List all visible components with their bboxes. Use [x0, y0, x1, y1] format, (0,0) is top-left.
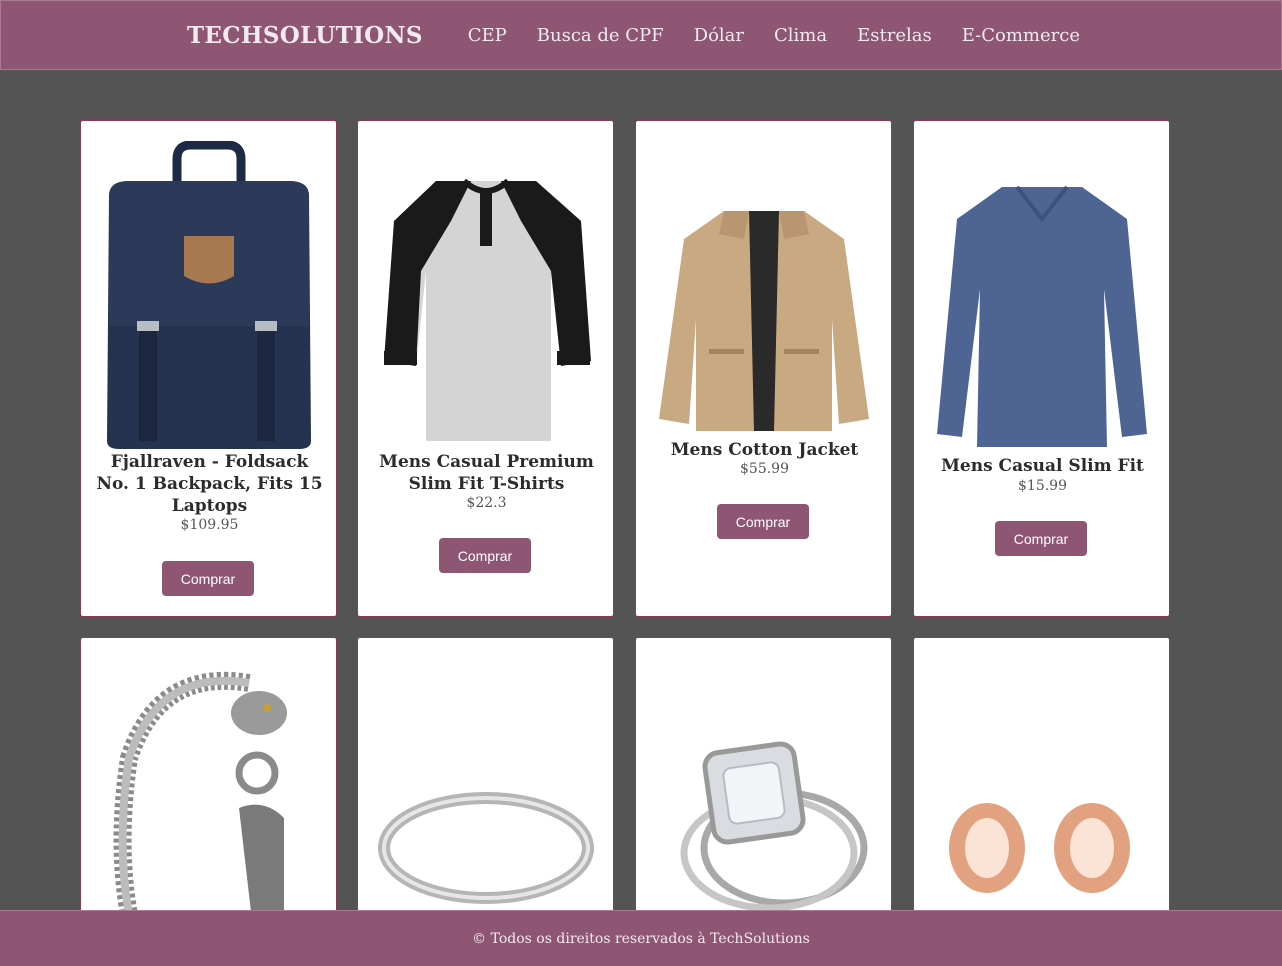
cotton-jacket-image: [659, 211, 869, 431]
product-price: $15.99: [1018, 478, 1067, 494]
backpack-image: [107, 141, 311, 449]
nav-link-cep[interactable]: CEP: [468, 25, 507, 46]
product-card: [913, 637, 1170, 910]
dragon-bracelet-image: [113, 671, 287, 910]
product-title: Fjallraven - Foldsack No. 1 Backpack, Fi…: [96, 452, 323, 516]
buy-button[interactable]: Comprar: [995, 521, 1087, 556]
buy-button[interactable]: Comprar: [439, 538, 531, 573]
product-price: $55.99: [740, 461, 789, 477]
buy-button[interactable]: Comprar: [717, 504, 809, 539]
brand-logo[interactable]: TECHSOLUTIONS: [187, 22, 423, 49]
footer-copyright: © Todos os direitos reservados à TechSol…: [472, 930, 810, 947]
nav-link-busca-cpf[interactable]: Busca de CPF: [537, 25, 664, 46]
nav-link-dolar[interactable]: Dólar: [694, 25, 744, 46]
raglan-shirt-image: [384, 178, 591, 441]
product-card: Fjallraven - Foldsack No. 1 Backpack, Fi…: [80, 120, 337, 617]
product-card: [635, 637, 892, 910]
rose-gold-plugs-image: [949, 803, 1130, 893]
silver-ring-image: [378, 792, 594, 904]
product-title: Mens Cotton Jacket: [670, 440, 859, 460]
product-card: Mens Cotton Jacket $55.99 Comprar: [635, 120, 892, 617]
nav-link-estrelas[interactable]: Estrelas: [857, 25, 932, 46]
product-price: $109.95: [180, 517, 239, 533]
product-grid: Fjallraven - Foldsack No. 1 Backpack, Fi…: [80, 120, 1172, 910]
product-price: $22.3: [466, 495, 507, 511]
nav-link-clima[interactable]: Clima: [774, 25, 827, 46]
diamond-ring-image: [680, 741, 868, 910]
product-card: [80, 637, 337, 910]
product-title: Mens Casual Slim Fit: [941, 456, 1144, 476]
product-card: [357, 637, 614, 910]
navbar: TECHSOLUTIONS CEP Busca de CPF Dólar Cli…: [0, 0, 1282, 70]
buy-button[interactable]: Comprar: [162, 561, 254, 596]
product-card: Mens Casual Slim Fit $15.99 Comprar: [913, 120, 1170, 617]
long-sleeve-shirt-image: [937, 185, 1147, 447]
footer: © Todos os direitos reservados à TechSol…: [0, 910, 1282, 966]
product-card: Mens Casual Premium Slim Fit T-Shirts $2…: [357, 120, 614, 617]
product-title: Mens Casual Premium Slim Fit T-Shirts: [379, 452, 594, 494]
nav-link-ecommerce[interactable]: E-Commerce: [962, 25, 1080, 46]
